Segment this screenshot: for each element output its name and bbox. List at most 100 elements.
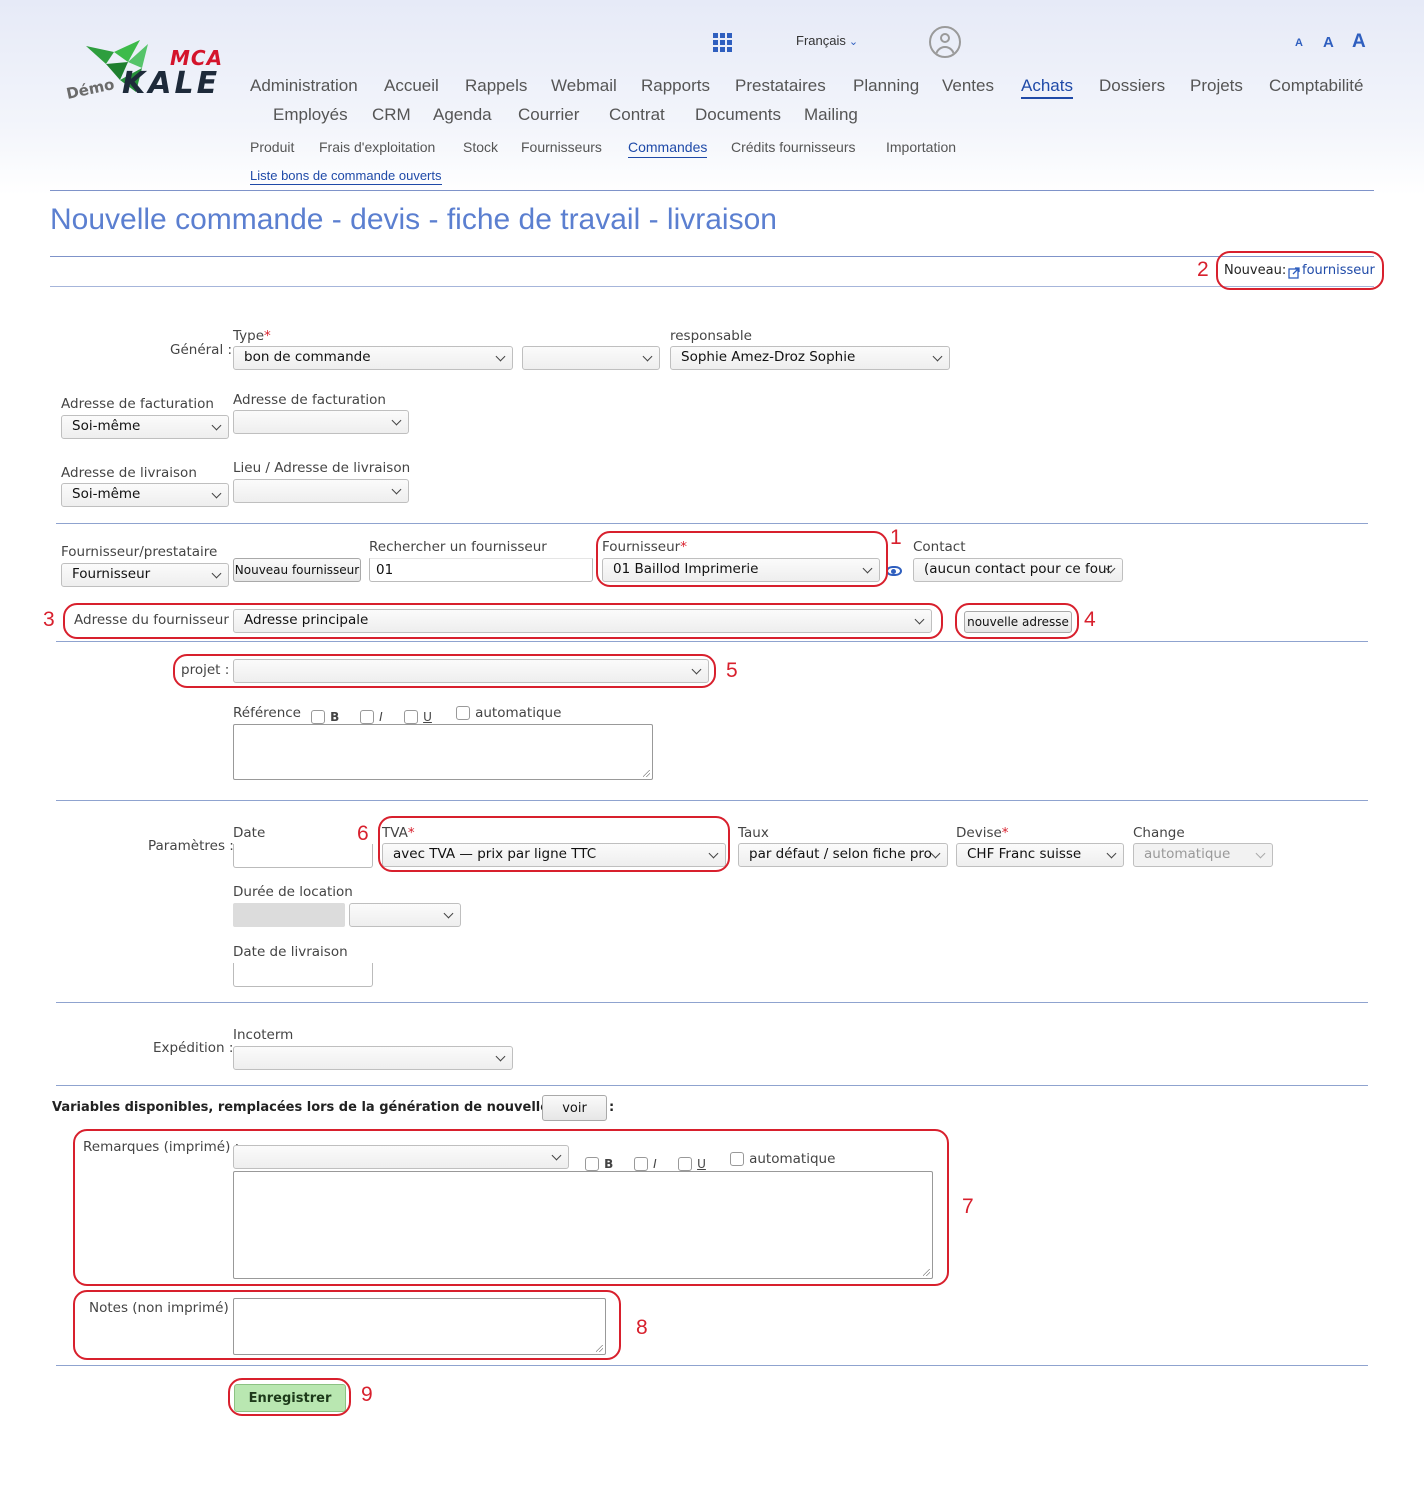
reference-underline-toggle[interactable]: U xyxy=(404,706,432,725)
annotation-box-9 xyxy=(228,1378,351,1416)
subnav-stock[interactable]: Stock xyxy=(463,139,498,155)
variables-view-button[interactable]: voir xyxy=(542,1095,607,1121)
nav-employes[interactable]: Employés xyxy=(273,105,348,125)
nav-webmail[interactable]: Webmail xyxy=(551,76,617,96)
reference-italic-toggle[interactable]: I xyxy=(360,706,383,725)
params-section-label: Paramètres : xyxy=(148,838,234,854)
annotation-number-2: 2 xyxy=(1197,258,1209,281)
nav-contrat[interactable]: Contrat xyxy=(609,105,665,125)
nav-accueil[interactable]: Accueil xyxy=(384,76,439,96)
supplier-search-label: Rechercher un fournisseur xyxy=(369,539,547,555)
date-input[interactable] xyxy=(233,844,373,868)
taux-select[interactable]: par défaut / selon fiche pro xyxy=(738,843,948,867)
font-size-medium-button[interactable]: A xyxy=(1323,34,1334,51)
font-size-small-button[interactable]: A xyxy=(1295,37,1303,49)
nav-documents[interactable]: Documents xyxy=(695,105,781,125)
billing-left-label: Adresse de facturation xyxy=(61,396,214,412)
annotation-box-7 xyxy=(73,1129,949,1286)
variables-text: Variables disponibles, remplacées lors d… xyxy=(52,1100,615,1115)
divider xyxy=(50,286,1374,287)
responsable-select[interactable]: Sophie Amez-Droz Sophie xyxy=(670,346,950,370)
billing-type-select[interactable]: Soi-même xyxy=(61,415,229,439)
language-selector[interactable]: Français ⌄ xyxy=(796,33,858,48)
nav-projets[interactable]: Projets xyxy=(1190,76,1243,96)
subnav-liste-bons-commande[interactable]: Liste bons de commande ouverts xyxy=(250,168,442,185)
nav-agenda[interactable]: Agenda xyxy=(433,105,492,125)
delivery-type-select[interactable]: Soi-même xyxy=(61,483,229,507)
contact-label: Contact xyxy=(913,539,966,555)
nav-rapports[interactable]: Rapports xyxy=(641,76,710,96)
apps-grid-icon[interactable] xyxy=(713,33,732,52)
reference-bold-toggle[interactable]: B xyxy=(311,706,339,725)
incoterm-label: Incoterm xyxy=(233,1027,294,1043)
annotation-number-6: 6 xyxy=(357,822,369,845)
subnav-frais-exploitation[interactable]: Frais d'exploitation xyxy=(319,139,435,155)
logo[interactable]: MCA KALE Démo xyxy=(62,32,237,104)
annotation-number-8: 8 xyxy=(636,1316,648,1339)
view-eye-icon[interactable] xyxy=(886,566,902,576)
reference-textarea[interactable] xyxy=(233,724,653,780)
nav-administration[interactable]: Administration xyxy=(250,76,358,96)
logo-kale-text: KALE xyxy=(122,66,221,101)
devise-label-text: Devise xyxy=(956,825,1002,841)
nav-planning[interactable]: Planning xyxy=(853,76,919,96)
subnav-importation[interactable]: Importation xyxy=(886,139,956,155)
user-avatar-icon[interactable] xyxy=(929,26,961,58)
contact-select[interactable]: (aucun contact pour ce four xyxy=(913,558,1123,582)
duration-input[interactable] xyxy=(233,903,345,927)
delivery-date-input[interactable] xyxy=(233,963,373,987)
delivery-left-label: Adresse de livraison xyxy=(61,465,197,481)
checkbox[interactable] xyxy=(360,709,374,724)
auto-label: automatique xyxy=(475,705,562,721)
divider xyxy=(56,1365,1368,1366)
annotation-number-4: 4 xyxy=(1084,608,1096,631)
type-label: Type* xyxy=(233,328,271,344)
devise-select[interactable]: CHF Franc suisse xyxy=(956,843,1124,867)
checkbox[interactable] xyxy=(456,705,470,720)
bold-label: B xyxy=(330,710,340,724)
checkbox[interactable] xyxy=(404,709,418,724)
annotation-box-8 xyxy=(73,1290,621,1360)
annotation-number-7: 7 xyxy=(962,1195,974,1218)
italic-label: I xyxy=(379,710,383,724)
subnav-credits-fournisseurs[interactable]: Crédits fournisseurs xyxy=(731,139,856,155)
divider xyxy=(56,1002,1368,1003)
new-supplier-button[interactable]: Nouveau fournisseur xyxy=(233,558,361,582)
change-select[interactable]: automatique xyxy=(1133,843,1273,867)
supplier-search-input[interactable]: 01 xyxy=(369,558,593,582)
duration-unit-select[interactable] xyxy=(349,903,461,927)
nav-mailing[interactable]: Mailing xyxy=(804,105,858,125)
supplier-type-select[interactable]: Fournisseur xyxy=(61,563,229,587)
divider xyxy=(56,800,1368,801)
taux-label: Taux xyxy=(738,825,769,841)
billing-address-select[interactable] xyxy=(233,410,409,434)
nav-prestataires[interactable]: Prestataires xyxy=(735,76,826,96)
nav-dossiers[interactable]: Dossiers xyxy=(1099,76,1165,96)
nav-comptabilite[interactable]: Comptabilité xyxy=(1269,76,1364,96)
reference-auto-toggle[interactable]: automatique xyxy=(456,702,561,721)
annotation-box-4 xyxy=(955,603,1079,639)
annotation-number-3: 3 xyxy=(43,608,55,631)
divider xyxy=(50,256,1374,257)
annotation-number-1: 1 xyxy=(890,526,902,549)
nav-crm[interactable]: CRM xyxy=(372,105,411,125)
annotation-box-3 xyxy=(63,603,943,639)
subnav-fournisseurs[interactable]: Fournisseurs xyxy=(521,139,602,155)
nav-rappels[interactable]: Rappels xyxy=(465,76,527,96)
annotation-number-5: 5 xyxy=(726,659,738,682)
divider xyxy=(56,641,1368,642)
checkbox[interactable] xyxy=(311,709,325,724)
font-size-large-button[interactable]: A xyxy=(1352,31,1366,53)
incoterm-select[interactable] xyxy=(233,1046,513,1070)
subnav-commandes[interactable]: Commandes xyxy=(628,139,708,158)
subnav-produit[interactable]: Produit xyxy=(250,139,294,155)
nav-achats[interactable]: Achats xyxy=(1021,76,1073,99)
divider xyxy=(50,190,1374,191)
shipping-section-label: Expédition : xyxy=(153,1040,234,1056)
delivery-address-select[interactable] xyxy=(233,479,409,503)
type-select[interactable]: bon de commande xyxy=(233,346,513,370)
language-label: Français xyxy=(796,33,846,48)
type-secondary-select[interactable] xyxy=(522,346,660,370)
nav-ventes[interactable]: Ventes xyxy=(942,76,994,96)
nav-courrier[interactable]: Courrier xyxy=(518,105,579,125)
